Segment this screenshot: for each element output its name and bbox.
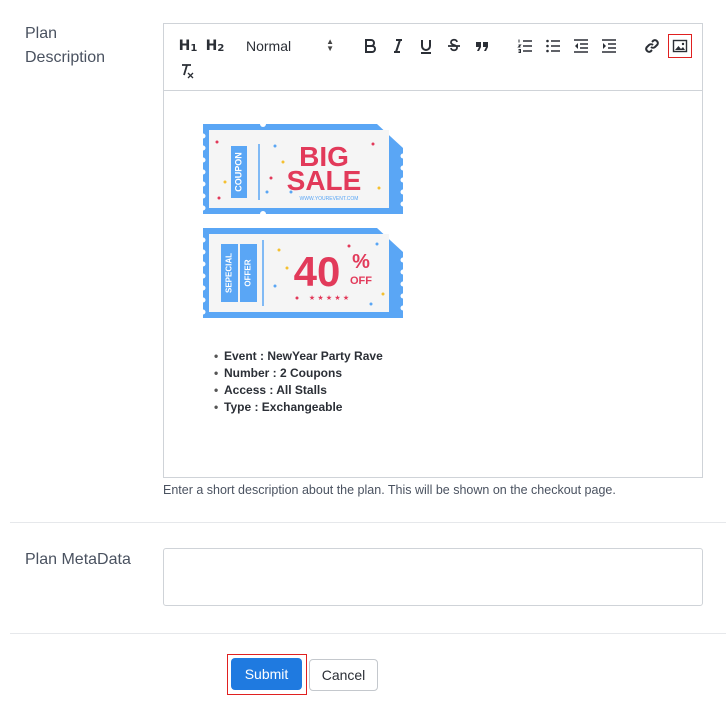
svg-text:%: % [352, 251, 370, 273]
section-divider [10, 522, 726, 523]
bold-button[interactable] [359, 35, 381, 57]
strikethrough-icon [448, 38, 460, 52]
bold-icon [365, 39, 376, 53]
image-icon [672, 39, 688, 53]
editor-content[interactable]: COUPON BIG SALE WWW.YOUREVENT.COM SEPECI… [164, 92, 702, 477]
ordered-list-button[interactable] [514, 35, 536, 57]
list-item: Access : All Stalls [214, 382, 383, 399]
submit-button[interactable]: Submit [231, 658, 302, 690]
plan-description-label: Plan Description [25, 25, 106, 66]
list-item: Type : Exchangeable [214, 399, 383, 416]
svg-text:SALE: SALE [287, 165, 362, 196]
underline-button[interactable] [415, 35, 437, 57]
clear-format-icon [182, 64, 194, 79]
clear-format-button[interactable] [176, 60, 198, 82]
bullet-list-button[interactable] [542, 35, 564, 57]
link-icon [645, 39, 659, 53]
svg-text:OFFER: OFFER [244, 259, 253, 286]
blockquote-button[interactable] [471, 35, 493, 57]
italic-icon [394, 39, 402, 53]
header-1-button[interactable]: H1 [176, 35, 200, 57]
section-divider [10, 633, 726, 634]
outdent-icon [574, 39, 588, 53]
svg-text:SEPECIAL: SEPECIAL [225, 253, 234, 293]
italic-button[interactable] [387, 35, 409, 57]
rich-text-editor[interactable]: H1 H2 Normal ▲ ▼ COUPON BIG SALE WWW.YOU… [163, 23, 703, 478]
indent-icon [602, 39, 616, 53]
plan-metadata-input[interactable] [163, 548, 703, 606]
big-sale-coupon: COUPON BIG SALE WWW.YOUREVENT.COM [201, 122, 405, 217]
description-help-text: Enter a short description about the plan… [163, 483, 616, 497]
blockquote-icon [476, 42, 488, 51]
svg-text:OFF: OFF [350, 275, 372, 287]
ordered-list-icon [517, 39, 532, 53]
cancel-button[interactable]: Cancel [309, 659, 378, 691]
list-item: Event : NewYear Party Rave [214, 348, 383, 365]
indent-button[interactable] [598, 35, 620, 57]
svg-text:40: 40 [294, 248, 341, 295]
plan-metadata-label: Plan MetaData [25, 551, 131, 568]
image-button[interactable] [668, 34, 692, 58]
bullet-list-icon [546, 39, 560, 53]
coupon-image: COUPON BIG SALE WWW.YOUREVENT.COM SEPECI… [201, 122, 405, 318]
svg-text:WWW.YOUREVENT.COM: WWW.YOUREVENT.COM [300, 196, 359, 202]
header-2-button[interactable]: H2 [203, 35, 227, 57]
editor-toolbar: H1 H2 Normal ▲ ▼ [164, 24, 702, 91]
list-item: Number : 2 Coupons [214, 365, 383, 382]
format-select-value: Normal [246, 38, 292, 54]
svg-text:COUPON: COUPON [233, 152, 243, 192]
outdent-button[interactable] [570, 35, 592, 57]
strikethrough-button[interactable] [443, 35, 465, 57]
svg-text:★ ★ ★ ★ ★: ★ ★ ★ ★ ★ [309, 294, 349, 302]
special-offer-coupon: SEPECIAL OFFER 40 % OFF ★ ★ ★ ★ ★ [201, 228, 405, 318]
header-1-icon: H1 [178, 38, 198, 54]
submit-highlight: Submit [227, 654, 307, 695]
select-arrows-icon: ▲ ▼ [326, 37, 334, 53]
link-button[interactable] [641, 35, 663, 57]
underline-icon [421, 40, 431, 54]
header-2-icon: H2 [205, 38, 225, 54]
coupon-details-list: Event : NewYear Party Rave Number : 2 Co… [214, 348, 383, 416]
format-select[interactable]: Normal ▲ ▼ [246, 35, 336, 57]
